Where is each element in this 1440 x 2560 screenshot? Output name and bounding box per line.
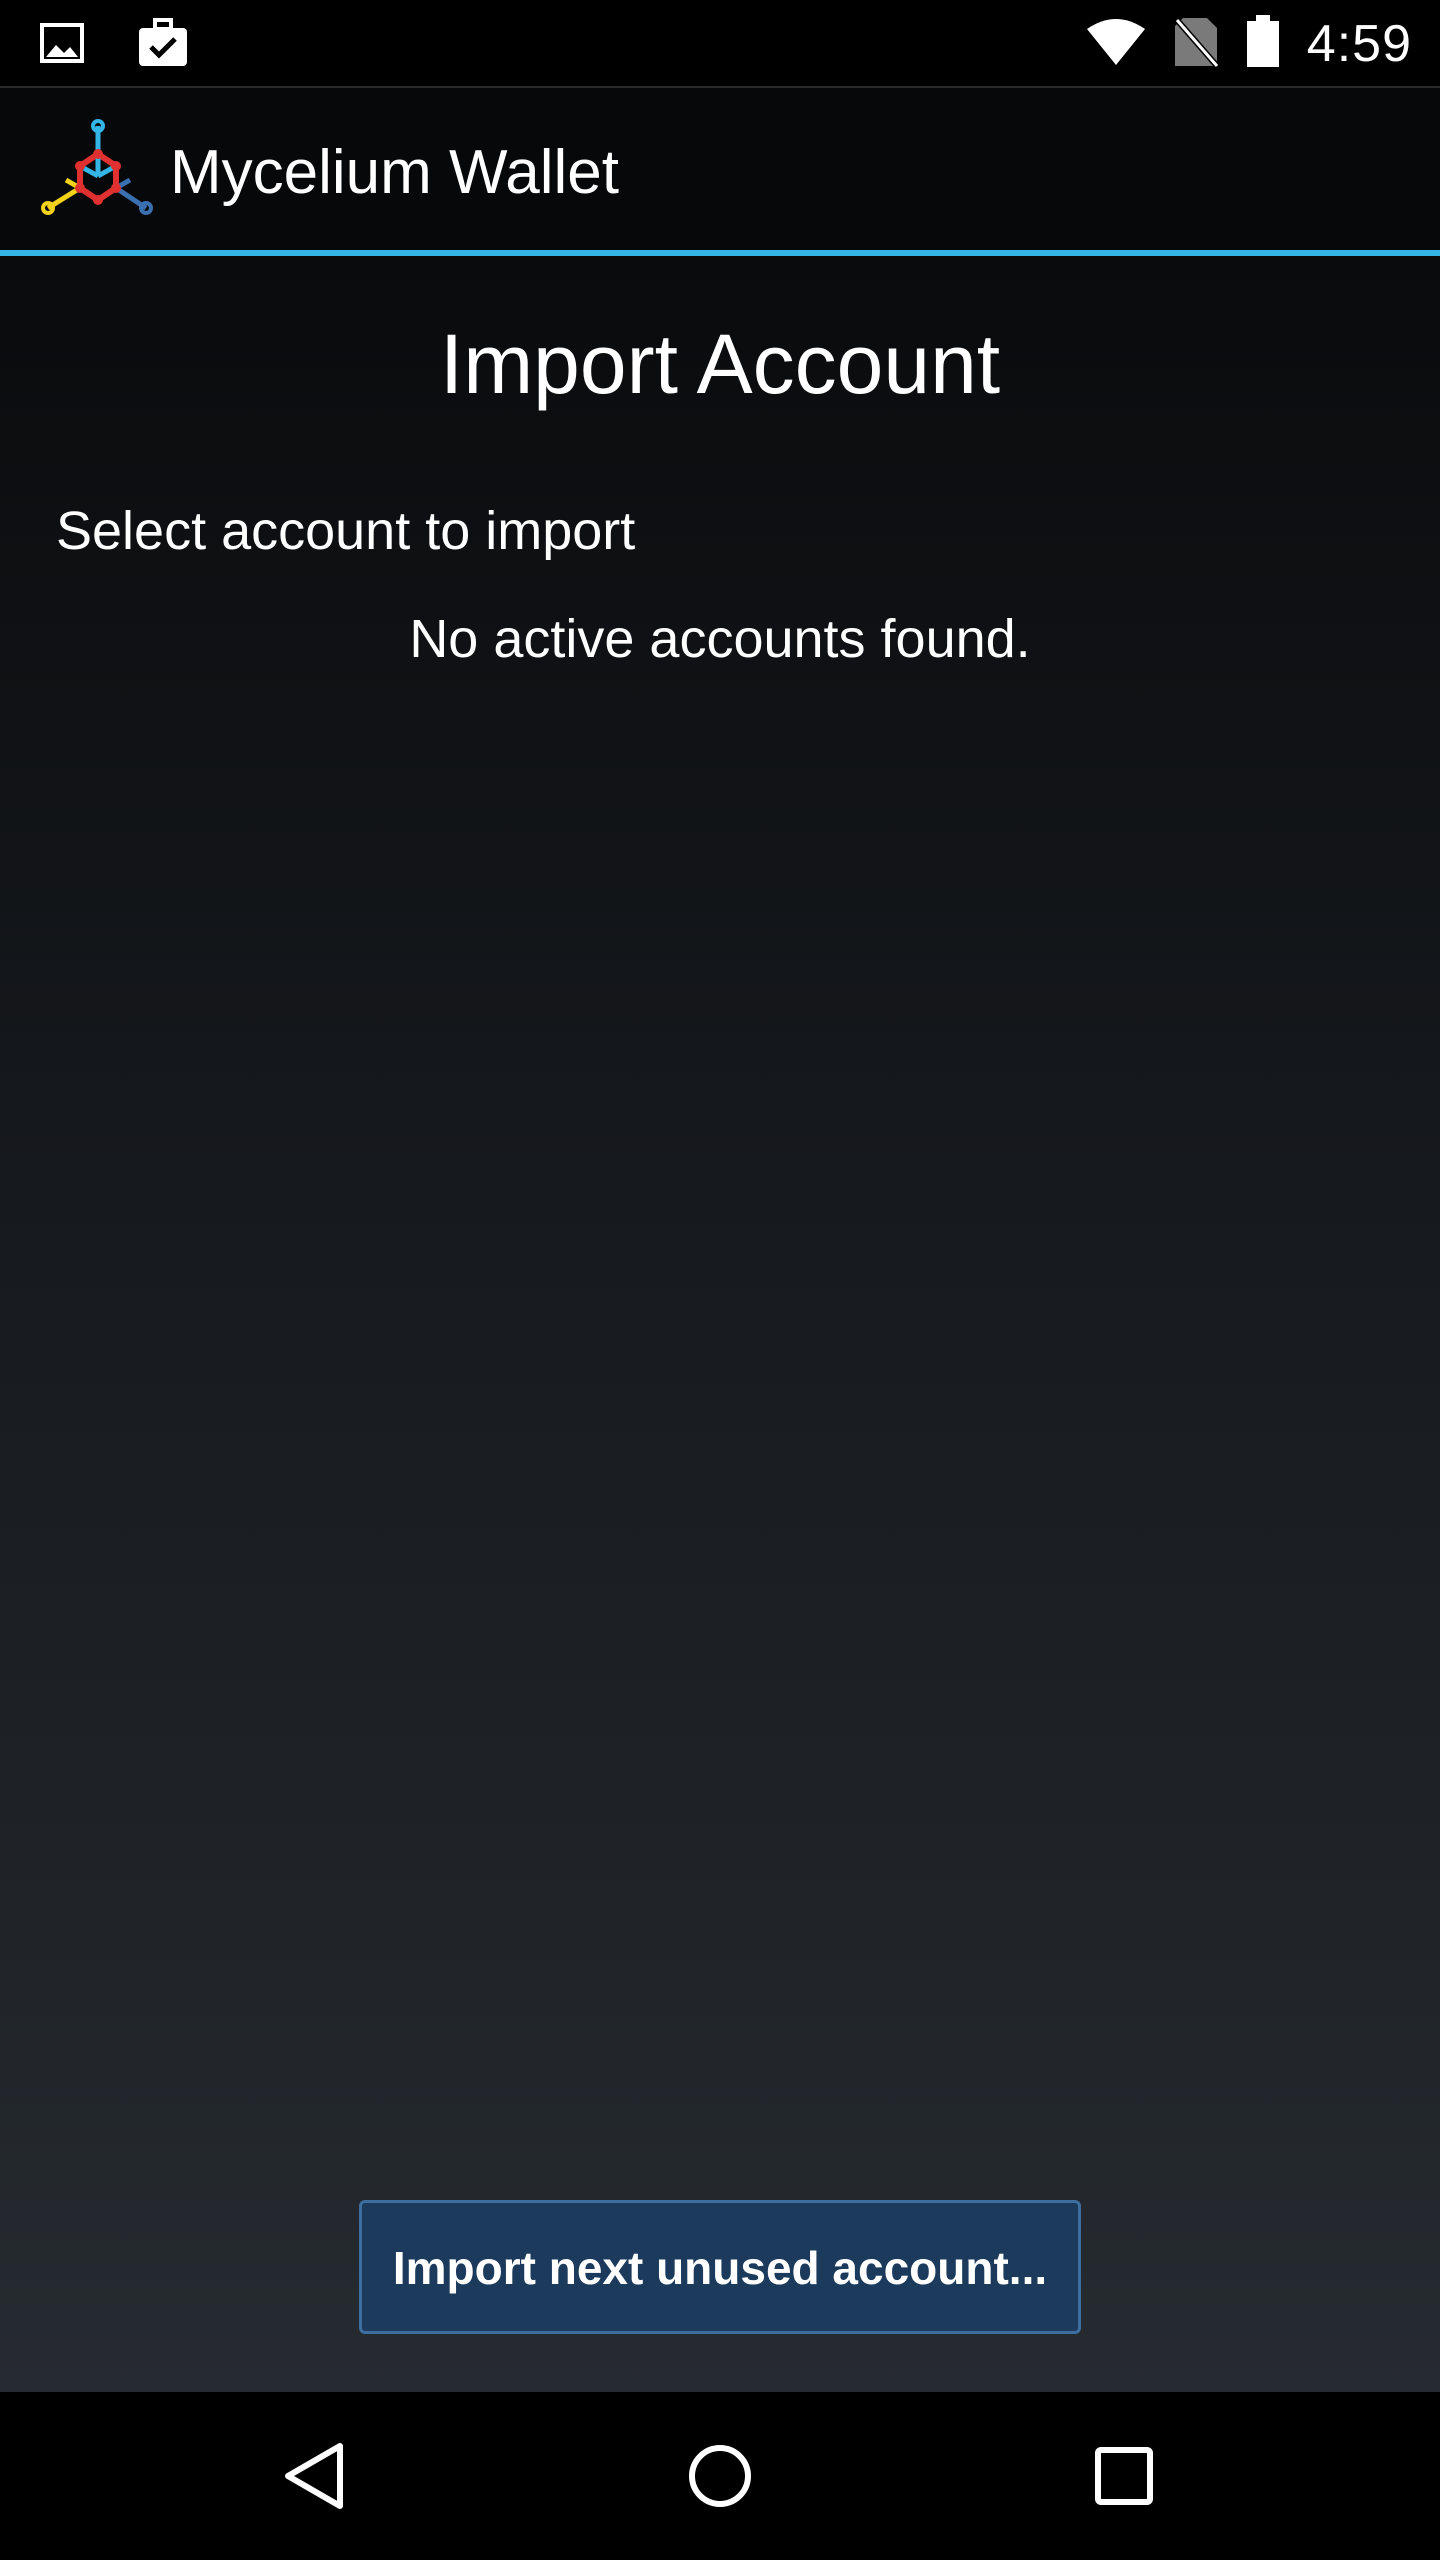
status-time: 4:59 <box>1306 15 1412 73</box>
status-bar: 4:59 <box>0 0 1440 88</box>
main-content: Import Account Select account to import … <box>0 256 1440 2392</box>
navigation-bar <box>0 2392 1440 2560</box>
app-title: Mycelium Wallet <box>170 138 619 207</box>
image-notification-icon <box>38 19 86 72</box>
recents-icon[interactable] <box>1074 2426 1174 2526</box>
battery-icon <box>1245 14 1281 74</box>
page-title: Import Account <box>439 317 1001 411</box>
action-bar: Mycelium Wallet <box>0 88 1440 250</box>
status-notifications <box>38 18 190 73</box>
no-sim-icon <box>1173 16 1220 73</box>
section-label: Select account to import <box>56 501 636 561</box>
back-icon[interactable] <box>265 2426 365 2526</box>
mycelium-logo-icon[interactable] <box>40 118 156 222</box>
briefcase-check-icon <box>136 18 190 73</box>
status-system-icons: 4:59 <box>1085 0 1412 88</box>
empty-accounts-message: No active accounts found. <box>409 609 1031 669</box>
import-next-unused-account-button[interactable]: Import next unused account... <box>359 2200 1081 2334</box>
home-icon[interactable] <box>670 2426 770 2526</box>
wifi-icon <box>1085 17 1147 72</box>
